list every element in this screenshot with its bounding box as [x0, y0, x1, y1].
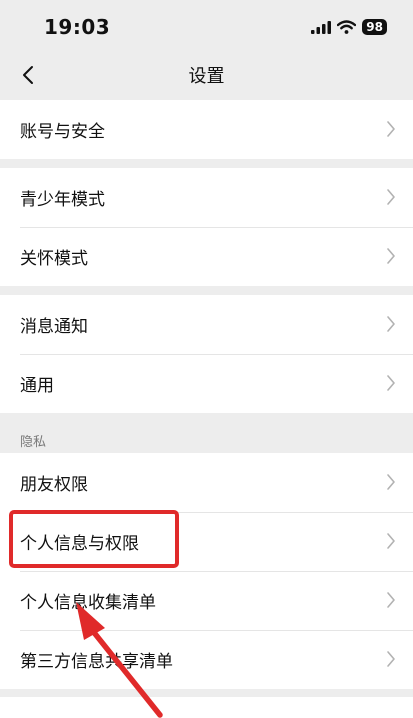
settings-row-notifications[interactable]: 消息通知: [0, 295, 413, 354]
settings-row-personal-info-collection[interactable]: 个人信息收集清单: [0, 571, 413, 630]
settings-group-privacy: 朋友权限 个人信息与权限 个人信息收集清单 第三方信息共享清单: [0, 453, 413, 689]
cellular-signal-icon: [311, 20, 332, 34]
settings-row-account-security[interactable]: 账号与安全: [0, 100, 413, 159]
chevron-right-icon: [387, 248, 395, 264]
settings-group-account: 账号与安全: [0, 100, 413, 159]
settings-row-label: 通用: [20, 376, 54, 396]
settings-row-label: 账号与安全: [20, 122, 105, 142]
chevron-right-icon: [387, 592, 395, 608]
settings-row-label: 青少年模式: [20, 190, 105, 210]
settings-row-label: 消息通知: [20, 317, 88, 337]
settings-row-general[interactable]: 通用: [0, 354, 413, 413]
settings-row-friend-permissions[interactable]: 朋友权限: [0, 453, 413, 512]
wifi-icon: [337, 20, 357, 34]
settings-group-next: [0, 697, 413, 718]
battery-icon: 98: [362, 19, 387, 35]
section-header-privacy: 隐私: [20, 435, 47, 450]
settings-group-general: 消息通知 通用: [0, 295, 413, 413]
settings-row-care-mode[interactable]: 关怀模式: [0, 227, 413, 286]
page-title: 设置: [188, 66, 225, 87]
chevron-right-icon: [387, 474, 395, 490]
chevron-right-icon: [387, 651, 395, 667]
status-time: 19:03: [44, 15, 111, 39]
chevron-right-icon: [387, 121, 395, 137]
settings-row-label: 关怀模式: [20, 249, 88, 269]
settings-row-third-party-sharing[interactable]: 第三方信息共享清单: [0, 630, 413, 689]
status-bar: 19:03 98: [0, 0, 413, 50]
settings-row-label: 朋友权限: [20, 475, 88, 495]
chevron-right-icon: [387, 189, 395, 205]
settings-row-teen-mode[interactable]: 青少年模式: [0, 168, 413, 227]
settings-row-label: 第三方信息共享清单: [20, 652, 173, 672]
nav-bar: 设置: [0, 50, 413, 100]
chevron-right-icon: [387, 316, 395, 332]
chevron-right-icon: [387, 375, 395, 391]
settings-group-modes: 青少年模式 关怀模式: [0, 168, 413, 286]
highlight-box: [9, 510, 179, 568]
chevron-right-icon: [387, 533, 395, 549]
status-icons: 98: [311, 19, 387, 35]
settings-row-label: 个人信息收集清单: [20, 593, 156, 613]
